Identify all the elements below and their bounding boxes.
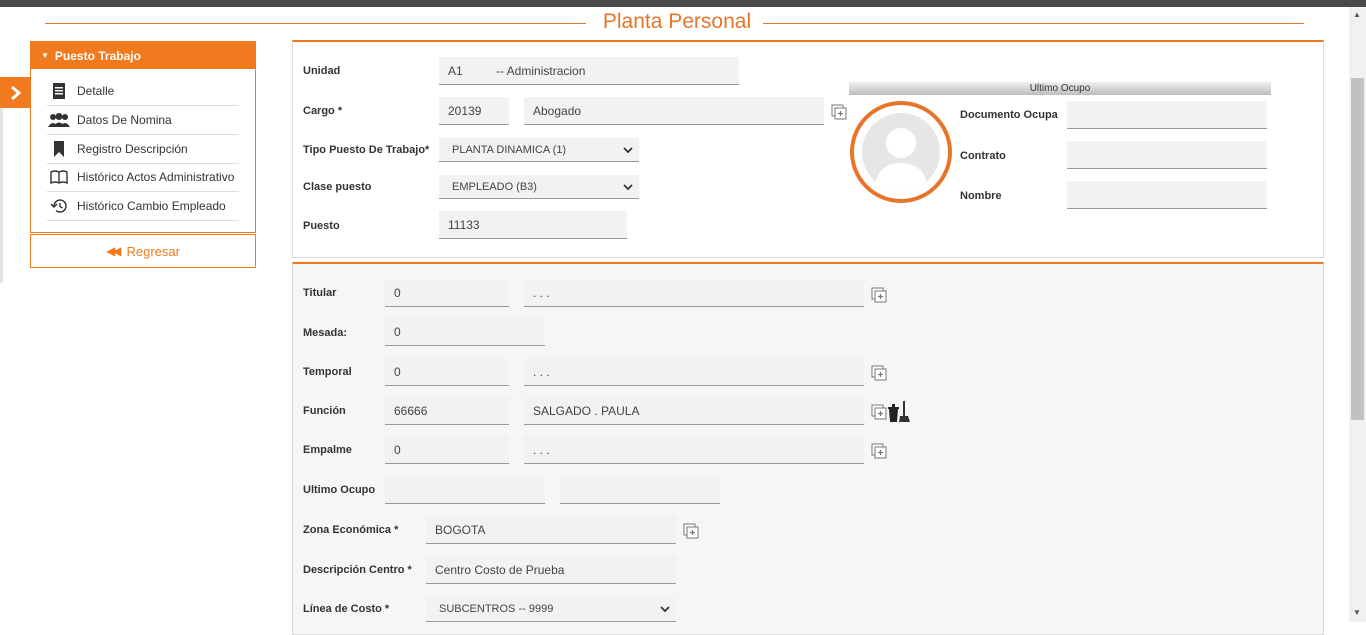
lookup-icon[interactable] — [871, 404, 887, 420]
clase-puesto-label: Clase puesto — [303, 181, 372, 193]
sidebar-header[interactable]: ▼ Puesto Trabajo — [31, 42, 255, 69]
ultimo-ocupo-name-field[interactable] — [560, 476, 720, 504]
ultimo-ocupo-header: Ultimo Ocupo — [849, 82, 1271, 95]
unidad-label: Unidad — [303, 65, 341, 77]
puesto-label: Puesto — [303, 220, 340, 232]
tipo-puesto-select[interactable]: PLANTA DINAMICA (1) — [439, 138, 639, 162]
users-icon — [47, 113, 71, 127]
puesto-field[interactable]: 11133 — [439, 211, 627, 239]
sidebar-toggle-button[interactable] — [0, 77, 32, 108]
title-divider-left — [45, 23, 586, 24]
clase-puesto-select[interactable]: EMPLEADO (B3) — [439, 175, 639, 199]
contrato-label: Contrato — [960, 150, 1006, 162]
mesada-label: Mesada: — [303, 327, 348, 339]
avatar — [850, 101, 952, 203]
linea-costo-value: SUBCENTROS -- 9999 — [439, 603, 554, 615]
temporal-name-field[interactable]: . . . — [524, 358, 864, 386]
zona-label: Zona Económica * — [303, 524, 399, 536]
document-icon — [47, 83, 71, 99]
sidebar-item-detalle[interactable]: Detalle — [47, 77, 239, 106]
mesada-field[interactable]: 0 — [385, 318, 545, 346]
temporal-label: Temporal — [303, 366, 352, 378]
scroll-down-icon[interactable]: ▼ — [1353, 608, 1361, 617]
caret-down-icon: ▼ — [41, 51, 49, 60]
funcion-name-field[interactable]: SALGADO . PAULA — [524, 397, 864, 425]
titular-code-field[interactable]: 0 — [385, 279, 509, 307]
sidebar-edge — [0, 108, 3, 283]
scrollbar-thumb[interactable] — [1351, 78, 1364, 420]
bookmark-icon — [47, 141, 71, 157]
sidebar-item-label: Histórico Actos Administrativo — [77, 170, 235, 184]
clase-puesto-value: EMPLEADO (B3) — [452, 181, 537, 193]
sidebar-item-registro-descripcion[interactable]: Registro Descripción — [47, 135, 239, 164]
lookup-icon[interactable] — [831, 104, 847, 120]
user-silhouette-icon — [862, 113, 940, 191]
back-button-label: Regresar — [126, 243, 180, 259]
title-divider-right — [763, 23, 1304, 24]
sidebar-header-label: Puesto Trabajo — [54, 48, 141, 63]
descripcion-centro-field[interactable]: Centro Costo de Prueba — [426, 556, 676, 584]
cargo-name-field[interactable]: Abogado — [524, 97, 824, 125]
documento-ocupa-field[interactable] — [1067, 101, 1267, 129]
top-bar — [0, 0, 1366, 7]
sidebar-item-datos-nomina[interactable]: Datos De Nomina — [47, 106, 239, 135]
temporal-code-field[interactable]: 0 — [385, 358, 509, 386]
funcion-code-field[interactable]: 66666 — [385, 397, 509, 425]
tipo-puesto-label: Tipo Puesto De Trabajo* — [303, 144, 430, 156]
cargo-label: Cargo * — [303, 105, 343, 117]
titular-name-field[interactable]: . . . — [524, 279, 864, 307]
contrato-field[interactable] — [1067, 141, 1267, 169]
page-title: Planta Personal — [602, 10, 752, 33]
lookup-icon[interactable] — [871, 443, 887, 459]
empalme-name-field[interactable]: . . . — [524, 436, 864, 464]
linea-costo-select[interactable]: SUBCENTROS -- 9999 — [426, 597, 676, 622]
lookup-icon[interactable] — [683, 523, 699, 539]
unidad-field[interactable]: A1 -- Administracion — [439, 57, 739, 85]
titular-label: Titular — [303, 287, 337, 299]
linea-costo-label: Línea de Costo * — [303, 603, 390, 615]
empalme-code-field[interactable]: 0 — [385, 436, 509, 464]
back-button[interactable]: ◀◀ Regresar — [30, 234, 256, 268]
chevron-down-icon — [623, 175, 633, 209]
tipo-puesto-value: PLANTA DINAMICA (1) — [452, 144, 567, 156]
chevron-right-icon — [11, 85, 22, 100]
sidebar-item-label: Registro Descripción — [77, 142, 188, 156]
nombre-label: Nombre — [960, 190, 1002, 202]
sidebar-item-historico-cambio[interactable]: Histórico Cambio Empleado — [47, 192, 239, 221]
empalme-label: Empalme — [303, 444, 352, 456]
book-icon — [47, 170, 71, 184]
nombre-field[interactable] — [1067, 181, 1267, 209]
sidebar-item-historico-actos[interactable]: Histórico Actos Administrativo — [47, 163, 239, 192]
double-chevron-left-icon: ◀◀ — [106, 244, 122, 258]
sidebar-item-label: Histórico Cambio Empleado — [77, 199, 226, 213]
sidebar-item-label: Datos De Nomina — [77, 113, 172, 127]
sidebar-item-label: Detalle — [77, 84, 115, 98]
scroll-up-icon[interactable]: ▲ — [1353, 10, 1361, 19]
cargo-code-field[interactable]: 20139 — [439, 97, 509, 125]
funcion-label: Función — [303, 405, 346, 417]
descripcion-centro-label: Descripción Centro * — [303, 564, 412, 576]
sidebar-menu: ▼ Puesto Trabajo Detalle Datos De Nomina… — [30, 41, 256, 233]
documento-ocupa-label: Documento Ocupa — [960, 109, 1058, 121]
chevron-down-icon — [660, 597, 670, 631]
lookup-icon[interactable] — [871, 365, 887, 381]
clear-broom-icon[interactable] — [887, 401, 911, 423]
lookup-icon[interactable] — [871, 287, 887, 303]
zona-field[interactable]: BOGOTA — [426, 516, 676, 544]
chevron-down-icon — [623, 138, 633, 172]
ultimo-ocupo-label: Ultimo Ocupo — [303, 484, 376, 496]
history-icon — [47, 198, 71, 214]
ultimo-ocupo-code-field[interactable] — [385, 476, 545, 504]
